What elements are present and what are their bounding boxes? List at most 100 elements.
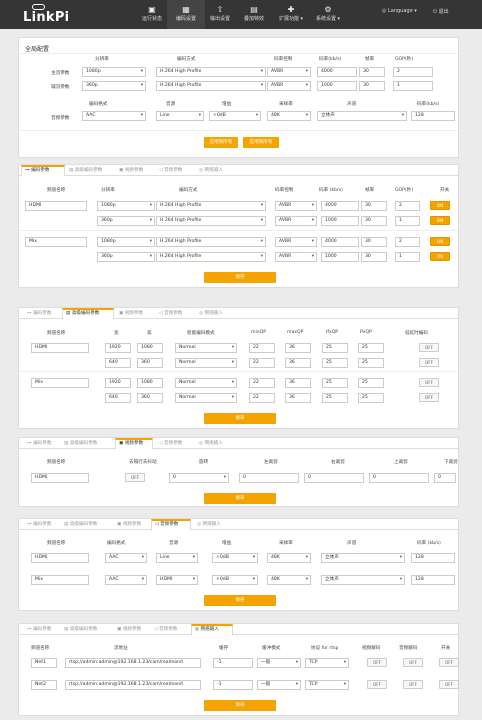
tab-audio[interactable]: ◁ 音频参数	[154, 624, 177, 635]
codec-select[interactable]: H.264 High Profile	[156, 216, 266, 226]
buffer-mode-select[interactable]: 一般	[257, 680, 301, 690]
enable-toggle[interactable]: OFF	[439, 680, 459, 689]
fps-input[interactable]: 30	[361, 201, 387, 211]
channel-name-input[interactable]: Net2	[31, 680, 57, 690]
tab-advanced[interactable]: ▤ 高级编码参数	[64, 624, 97, 635]
codec-select[interactable]: H.264 High Profile	[156, 201, 266, 211]
sub-gop-input[interactable]: 1	[393, 81, 433, 91]
audio-bitrate-input[interactable]: 128	[411, 553, 455, 563]
tab-video[interactable]: ▣ 视频参数	[115, 438, 153, 450]
tab-network[interactable]: ◎ 网络输入	[199, 308, 223, 319]
enable-toggle[interactable]: ON	[430, 237, 450, 246]
channel-name-input[interactable]: Mix	[25, 237, 87, 247]
main-resolution-select[interactable]: 1080p	[82, 67, 146, 77]
pxqp-input[interactable]: 25	[358, 378, 384, 388]
video-decode-toggle[interactable]: OFF	[367, 680, 387, 689]
nav-overlay-effects[interactable]: ▤ 叠加特效	[235, 5, 273, 22]
cache-input[interactable]: -1	[213, 658, 253, 668]
sub-rc-select[interactable]: AVBR	[267, 81, 311, 91]
maxqp-input[interactable]: 36	[285, 378, 311, 388]
audio-channel-select[interactable]: 立体声	[321, 553, 405, 563]
low-latency-toggle[interactable]: OFF	[419, 343, 439, 352]
smart-mode-select[interactable]: Normal	[175, 358, 237, 368]
fps-input[interactable]: 30	[361, 216, 387, 226]
nav-run-status[interactable]: ▣ 运行状态	[133, 5, 171, 22]
enable-toggle[interactable]: ON	[430, 252, 450, 261]
tab-advanced[interactable]: ▤ 高级编码参数	[69, 165, 102, 176]
save-button[interactable]: 保存	[204, 700, 276, 711]
ifxqp-input[interactable]: 25	[322, 378, 348, 388]
low-latency-toggle[interactable]: OFF	[419, 378, 439, 387]
codec-select[interactable]: H.264 High Profile	[156, 237, 266, 247]
channel-name-input[interactable]: HDMI	[31, 473, 89, 483]
maxqp-input[interactable]: 36	[285, 343, 311, 353]
main-bitrate-input[interactable]: 4000	[317, 67, 357, 77]
tab-video[interactable]: ▣ 视频参数	[119, 165, 143, 176]
tab-audio[interactable]: ◁ 音频参数	[159, 165, 182, 176]
width-input[interactable]: 640	[105, 358, 131, 368]
audio-decode-toggle[interactable]: OFF	[403, 658, 423, 667]
minqp-input[interactable]: 22	[249, 378, 275, 388]
tab-advanced[interactable]: ▤ 高级编码参数	[62, 308, 114, 320]
rtsp-protocol-select[interactable]: TCP	[305, 658, 349, 668]
main-rc-select[interactable]: AVBR	[267, 67, 311, 77]
deinterlace-toggle[interactable]: OFF	[125, 473, 145, 482]
nav-extensions[interactable]: ✚ 扩展功能 ▾	[272, 5, 310, 22]
apply-all-button[interactable]: 应用到所有	[204, 137, 238, 148]
audio-channel-select[interactable]: 立体声	[321, 575, 405, 585]
audio-samplerate-select[interactable]: 48K	[267, 553, 311, 563]
save-button[interactable]: 保存	[204, 413, 276, 424]
save-button[interactable]: 保存	[204, 493, 276, 504]
main-gop-input[interactable]: 2	[393, 67, 433, 77]
stream-url-input[interactable]: rtsp://admin:admin@192.168.1.23/cam/real…	[65, 658, 201, 668]
pxqp-input[interactable]: 25	[358, 343, 384, 353]
enable-toggle[interactable]: OFF	[439, 658, 459, 667]
channel-name-input[interactable]: HDMI	[31, 343, 89, 353]
crop-right-input[interactable]: 0	[304, 473, 364, 483]
save-button[interactable]: 保存	[204, 595, 276, 606]
crop-bottom-input[interactable]: 0	[434, 473, 456, 483]
channel-name-input[interactable]: HDMI	[25, 201, 87, 211]
tab-encode[interactable]: ⊶ 编码参数	[27, 308, 51, 319]
stream-url-input[interactable]: rtsp://admin:admin@192.168.1.23/cam/real…	[65, 680, 201, 690]
height-input[interactable]: 1080	[137, 378, 163, 388]
tab-encode[interactable]: ⊶ 编码参数	[27, 438, 51, 449]
tab-video[interactable]: ▣ 视频参数	[119, 308, 143, 319]
tab-advanced[interactable]: ▤ 高级编码参数	[64, 438, 97, 449]
width-input[interactable]: 640	[105, 393, 131, 403]
tab-encode[interactable]: ⊶ 编码参数	[21, 165, 65, 177]
gop-input[interactable]: 1	[395, 252, 420, 262]
audio-gain-select[interactable]: +0dB	[212, 553, 258, 563]
buffer-mode-select[interactable]: 一般	[257, 658, 301, 668]
audio-bitrate-input[interactable]: 128	[411, 111, 455, 121]
minqp-input[interactable]: 22	[249, 358, 275, 368]
rc-select[interactable]: AVBR	[275, 252, 317, 262]
tab-encode[interactable]: ⊶ 编码参数	[27, 624, 51, 635]
sub-codec-select[interactable]: H.264 High Profile	[156, 81, 266, 91]
tab-audio[interactable]: ◁ 音频参数	[159, 438, 182, 449]
cache-input[interactable]: -1	[213, 680, 253, 690]
resolution-select[interactable]: 360p	[97, 216, 155, 226]
tab-video[interactable]: ▣ 视频参数	[117, 519, 141, 530]
audio-samplerate-select[interactable]: 48K	[267, 111, 311, 121]
fps-input[interactable]: 30	[361, 237, 387, 247]
audio-format-select[interactable]: AAC	[105, 553, 147, 563]
bitrate-input[interactable]: 4000	[321, 237, 359, 247]
rc-select[interactable]: AVBR	[275, 216, 317, 226]
audio-gain-select[interactable]: +0dB	[209, 111, 261, 121]
gop-input[interactable]: 2	[395, 201, 420, 211]
resolution-select[interactable]: 1080p	[97, 237, 155, 247]
sub-bitrate-input[interactable]: 1000	[317, 81, 357, 91]
smart-mode-select[interactable]: Normal	[175, 343, 237, 353]
audio-samplerate-select[interactable]: 48K	[267, 575, 311, 585]
tab-network[interactable]: ◎ 网络输入	[199, 438, 223, 449]
language-menu[interactable]: ◎ Language ▾	[382, 8, 417, 14]
width-input[interactable]: 1920	[105, 378, 131, 388]
height-input[interactable]: 360	[137, 393, 163, 403]
fps-input[interactable]: 30	[361, 252, 387, 262]
audio-format-select[interactable]: AAC	[82, 111, 146, 121]
sub-resolution-select[interactable]: 360p	[82, 81, 146, 91]
rc-select[interactable]: AVBR	[275, 201, 317, 211]
main-fps-input[interactable]: 30	[359, 67, 385, 77]
channel-name-input[interactable]: Mix	[31, 378, 89, 388]
